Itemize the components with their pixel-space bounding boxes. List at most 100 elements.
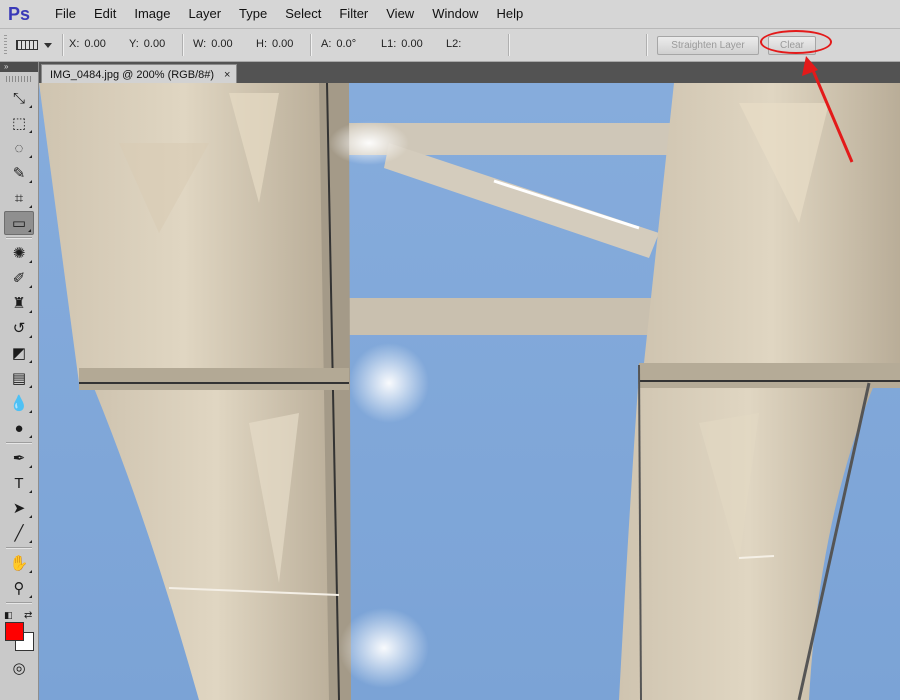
tool-group-indicator	[29, 335, 32, 338]
document-area: IMG_0484.jpg @ 200% (RGB/8#) ×	[39, 62, 900, 700]
annotation-circle	[760, 30, 832, 54]
move-tool-icon: ⤡	[12, 89, 25, 107]
gradient-tool-icon: ▤	[11, 370, 27, 387]
tool-group-indicator	[29, 385, 32, 388]
tool-group-indicator	[29, 130, 32, 133]
divider	[646, 34, 648, 56]
clone-stamp-tool-button[interactable]: ♜	[4, 291, 34, 315]
move-tool-button[interactable]: ⤡	[4, 86, 34, 110]
marquee-tool-button[interactable]: ⬚	[4, 111, 34, 135]
pen-tool-button[interactable]: ✒	[4, 446, 34, 470]
tools-panel-collapse[interactable]: »	[0, 62, 38, 72]
divider	[6, 442, 32, 444]
tool-group-indicator	[29, 105, 32, 108]
menu-window[interactable]: Window	[423, 0, 487, 28]
menu-view[interactable]: View	[377, 0, 423, 28]
x-value: 0.00	[84, 38, 106, 50]
crop-tool-button[interactable]: ⌗	[4, 186, 34, 210]
divider	[6, 237, 32, 239]
ruler-icon	[16, 40, 38, 50]
tool-list: ⤡ ⬚ ◌ ✎ ⌗ ▭ ✺ ✐ ♜ ↺ ◩ ▤ 💧 ● ✒ T ➤ ╱ ✋ ⚲	[0, 86, 38, 600]
swap-colors-icon[interactable]: ⇄	[24, 610, 32, 621]
lasso-tool-icon: ◌	[14, 139, 24, 157]
angle-value: 0.0°	[336, 38, 357, 50]
color-swatches: ◧ ⇄	[0, 608, 38, 651]
blur-tool-icon: 💧	[9, 395, 29, 412]
y-value: 0.00	[143, 38, 166, 50]
hand-tool-button[interactable]: ✋	[4, 551, 34, 575]
lasso-tool-button[interactable]: ◌	[4, 136, 34, 160]
document-tab[interactable]: IMG_0484.jpg @ 200% (RGB/8#) ×	[41, 64, 238, 84]
document-tab-title: IMG_0484.jpg @ 200% (RGB/8#)	[50, 68, 215, 81]
menu-layer[interactable]: Layer	[180, 0, 231, 28]
tool-group-indicator	[29, 310, 32, 313]
divider	[62, 34, 64, 56]
angle-label: A:	[321, 38, 332, 50]
quick-mask-icon[interactable]: ◎	[4, 656, 34, 680]
divider	[310, 34, 312, 56]
menu-file[interactable]: File	[46, 0, 85, 28]
gradient-tool-button[interactable]: ▤	[4, 366, 34, 390]
foreground-color-swatch[interactable]	[5, 622, 24, 641]
zoom-tool-button[interactable]: ⚲	[4, 576, 34, 600]
pen-tool-icon: ✒	[12, 450, 26, 467]
options-bar-grip[interactable]	[4, 35, 7, 55]
l2-readout: L2:	[446, 38, 466, 50]
quick-selection-tool-button[interactable]: ✎	[4, 161, 34, 185]
tool-group-indicator	[29, 570, 32, 573]
tool-group-indicator	[29, 260, 32, 263]
divider	[6, 547, 32, 549]
tools-panel-grip[interactable]	[6, 76, 32, 82]
menu-filter[interactable]: Filter	[330, 0, 377, 28]
w-label: W:	[193, 38, 207, 50]
tool-group-indicator	[28, 229, 31, 232]
l1-value: 0.00	[401, 38, 423, 50]
chevron-down-icon	[44, 42, 52, 48]
menu-image[interactable]: Image	[125, 0, 179, 28]
tool-group-indicator	[29, 360, 32, 363]
menu-help[interactable]: Help	[487, 0, 532, 28]
tool-preset-picker[interactable]	[16, 36, 58, 54]
menu-select[interactable]: Select	[276, 0, 330, 28]
marquee-tool-icon: ⬚	[11, 115, 27, 132]
y-label: Y:	[129, 38, 139, 50]
line-tool-button[interactable]: ╱	[4, 521, 34, 545]
l1-label: L1:	[381, 38, 397, 50]
ruler-tool-icon: ▭	[11, 215, 27, 232]
divider	[182, 34, 184, 56]
path-selection-tool-button[interactable]: ➤	[4, 496, 34, 520]
tool-group-indicator	[29, 490, 32, 493]
menu-edit[interactable]: Edit	[85, 0, 125, 28]
h-readout: H: 0.00	[256, 38, 293, 50]
menu-bar: Ps File Edit Image Layer Type Select Fil…	[0, 0, 900, 29]
eraser-tool-button[interactable]: ◩	[4, 341, 34, 365]
line-tool-icon: ╱	[14, 525, 24, 542]
spot-healing-tool-button[interactable]: ✺	[4, 241, 34, 265]
ruler-tool-button[interactable]: ▭	[4, 211, 34, 235]
blur-tool-button[interactable]: 💧	[4, 391, 34, 415]
menu-type[interactable]: Type	[230, 0, 276, 28]
divider	[508, 34, 510, 56]
type-tool-button[interactable]: T	[4, 471, 34, 495]
tool-group-indicator	[29, 155, 32, 158]
dodge-tool-icon: ●	[14, 419, 24, 437]
straighten-layer-button[interactable]: Straighten Layer	[657, 36, 759, 55]
brush-tool-button[interactable]: ✐	[4, 266, 34, 290]
dodge-tool-button[interactable]: ●	[4, 416, 34, 440]
w-value: 0.00	[211, 38, 233, 50]
zoom-tool-icon: ⚲	[13, 580, 25, 597]
default-colors-icon[interactable]: ◧	[4, 610, 13, 621]
eraser-tool-icon: ◩	[11, 345, 27, 362]
x-readout: X: 0.00	[69, 38, 106, 50]
brush-tool-icon: ✐	[12, 270, 26, 287]
hand-tool-icon: ✋	[9, 555, 29, 572]
tool-group-indicator	[29, 595, 32, 598]
close-icon[interactable]: ×	[224, 69, 230, 81]
l1-readout: L1: 0.00	[381, 38, 423, 50]
tool-group-indicator	[29, 435, 32, 438]
divider	[6, 602, 32, 604]
tool-group-indicator	[29, 205, 32, 208]
h-label: H:	[256, 38, 267, 50]
history-brush-tool-button[interactable]: ↺	[4, 316, 34, 340]
image-canvas[interactable]	[39, 83, 900, 700]
